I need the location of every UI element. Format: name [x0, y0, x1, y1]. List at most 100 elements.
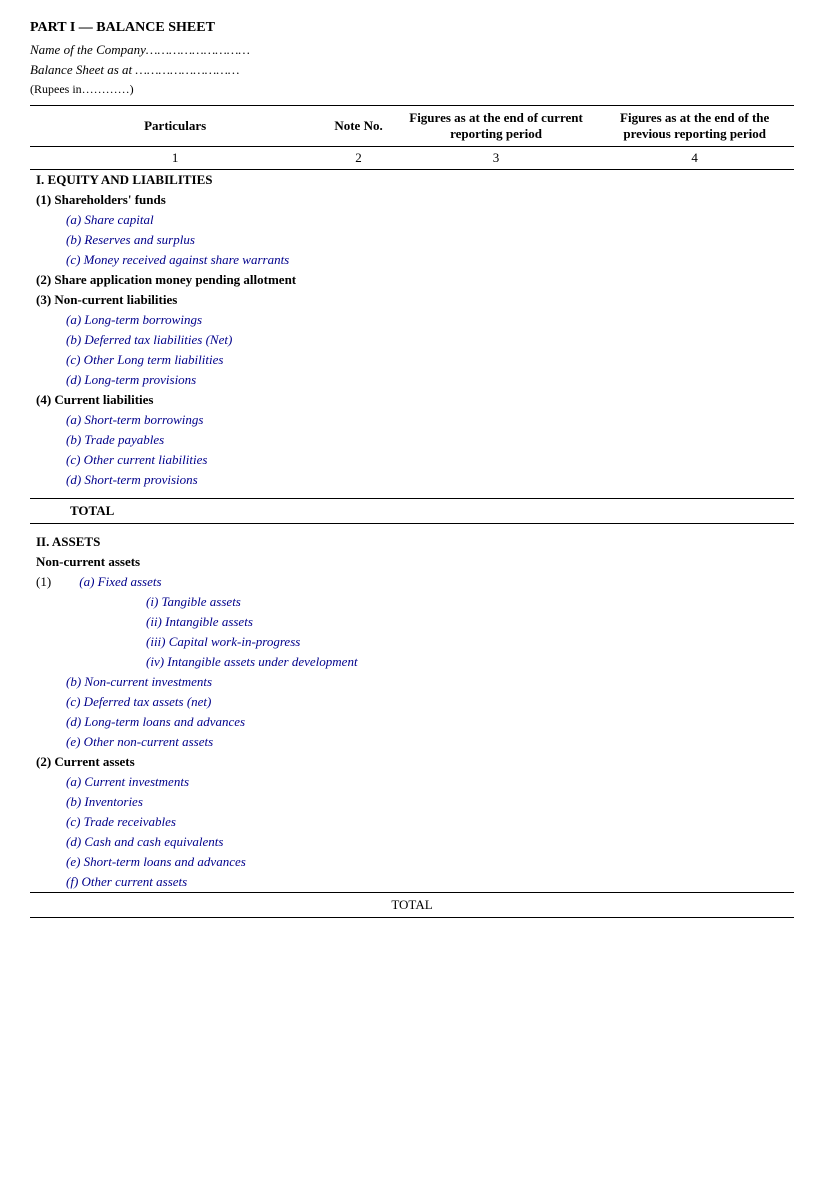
row-fixed-assets: (1) (a) Fixed assets	[30, 572, 794, 592]
current-liabilities-cell: (4) Current liabilities	[30, 390, 794, 410]
total-1-label: TOTAL	[30, 499, 794, 524]
fixed-assets-label: (a) Fixed assets	[79, 574, 161, 589]
balance-sheet-dots: ………………………	[135, 62, 239, 77]
non-current-investments-label: (b) Non-current investments	[36, 674, 788, 690]
assets-header: II. ASSETS	[30, 532, 794, 552]
row-non-current-assets-header: Non-current assets	[30, 552, 794, 572]
row-other-current-liabilities: (c) Other current liabilities	[30, 450, 794, 470]
row-intangible-assets: (ii) Intangible assets	[30, 612, 794, 632]
trade-receivables-label: (c) Trade receivables	[36, 814, 788, 830]
intangible-under-dev-cell: (iv) Intangible assets under development	[30, 652, 794, 672]
current-assets-cell: (2) Current assets	[30, 752, 794, 772]
cash-equivalents-label: (d) Cash and cash equivalents	[36, 834, 788, 850]
row-shareholders-funds: (1) Shareholders' funds	[30, 190, 794, 210]
total-2-label: TOTAL	[30, 893, 794, 918]
row-other-long-term: (c) Other Long term liabilities	[30, 350, 794, 370]
col-num-1: 1	[30, 147, 320, 170]
long-term-borrowings-label: (a) Long-term borrowings	[36, 312, 788, 328]
balance-sheet-label: Balance Sheet as at	[30, 62, 132, 77]
non-current-liabilities-label: (3) Non-current liabilities	[36, 292, 177, 307]
short-term-borrowings-label: (a) Short-term borrowings	[36, 412, 788, 428]
other-current-liabilities-label: (c) Other current liabilities	[36, 452, 788, 468]
current-investments-label: (a) Current investments	[36, 774, 788, 790]
col-num-4: 4	[595, 147, 794, 170]
balance-sheet-line: Balance Sheet as at ………………………	[30, 62, 794, 78]
tangible-assets-label: (i) Tangible assets	[36, 594, 788, 610]
company-name-line: Name of the Company………………………	[30, 42, 794, 58]
row-intangible-under-dev: (iv) Intangible assets under development	[30, 652, 794, 672]
row-non-current-liabilities: (3) Non-current liabilities	[30, 290, 794, 310]
header-figures-previous: Figures as at the end of the previous re…	[595, 106, 794, 147]
money-received-cell: (c) Money received against share warrant…	[30, 250, 794, 270]
other-current-liabilities-cell: (c) Other current liabilities	[30, 450, 794, 470]
reserves-surplus-label: (b) Reserves and surplus	[36, 232, 788, 248]
row-long-term-borrowings: (a) Long-term borrowings	[30, 310, 794, 330]
row-total-2: TOTAL	[30, 893, 794, 918]
row-short-term-loans-advances: (e) Short-term loans and advances	[30, 852, 794, 872]
share-application-label: (2) Share application money pending allo…	[36, 272, 296, 287]
deferred-tax-liabilities-label: (b) Deferred tax liabilities (Net)	[36, 332, 788, 348]
share-capital-label: (a) Share capital	[36, 212, 788, 228]
intangible-under-dev-label: (iv) Intangible assets under development	[36, 654, 788, 670]
other-long-term-cell: (c) Other Long term liabilities	[30, 350, 794, 370]
non-current-assets-label: Non-current assets	[36, 554, 140, 569]
row-long-term-loans: (d) Long-term loans and advances	[30, 712, 794, 732]
company-name-dots: ………………………	[146, 42, 250, 57]
short-term-borrowings-cell: (a) Short-term borrowings	[30, 410, 794, 430]
trade-payables-cell: (b) Trade payables	[30, 430, 794, 450]
other-non-current-cell: (e) Other non-current assets	[30, 732, 794, 752]
long-term-borrowings-cell: (a) Long-term borrowings	[30, 310, 794, 330]
row-reserves-surplus: (b) Reserves and surplus	[30, 230, 794, 250]
row-current-assets-header: (2) Current assets	[30, 752, 794, 772]
current-investments-cell: (a) Current investments	[30, 772, 794, 792]
intangible-assets-cell: (ii) Intangible assets	[30, 612, 794, 632]
non-current-liabilities-cell: (3) Non-current liabilities	[30, 290, 794, 310]
trade-receivables-cell: (c) Trade receivables	[30, 812, 794, 832]
row-share-application: (2) Share application money pending allo…	[30, 270, 794, 290]
long-term-provisions-label: (d) Long-term provisions	[36, 372, 788, 388]
other-current-assets-label: (f) Other current assets	[36, 874, 788, 890]
long-term-loans-cell: (d) Long-term loans and advances	[30, 712, 794, 732]
long-term-loans-label: (d) Long-term loans and advances	[36, 714, 788, 730]
row-money-received: (c) Money received against share warrant…	[30, 250, 794, 270]
section-equity-liabilities: I. EQUITY AND LIABILITIES	[30, 170, 794, 191]
row-short-term-borrowings: (a) Short-term borrowings	[30, 410, 794, 430]
capital-wip-label: (iii) Capital work-in-progress	[36, 634, 788, 650]
current-assets-label: (2) Current assets	[36, 754, 135, 769]
other-long-term-label: (c) Other Long term liabilities	[36, 352, 788, 368]
short-term-provisions-cell: (d) Short-term provisions	[30, 470, 794, 490]
row-deferred-tax-assets: (c) Deferred tax assets (net)	[30, 692, 794, 712]
share-capital-cell: (a) Share capital	[30, 210, 794, 230]
fixed-assets-num: (1)	[36, 574, 76, 590]
equity-liabilities-header: I. EQUITY AND LIABILITIES	[30, 170, 794, 191]
share-application-cell: (2) Share application money pending allo…	[30, 270, 794, 290]
fixed-assets-cell: (1) (a) Fixed assets	[30, 572, 794, 592]
row-current-investments: (a) Current investments	[30, 772, 794, 792]
reserves-surplus-cell: (b) Reserves and surplus	[30, 230, 794, 250]
header-note-no: Note No.	[320, 106, 396, 147]
row-tangible-assets: (i) Tangible assets	[30, 592, 794, 612]
rupees-line: (Rupees in…………)	[30, 82, 794, 97]
row-deferred-tax-liabilities: (b) Deferred tax liabilities (Net)	[30, 330, 794, 350]
current-liabilities-label: (4) Current liabilities	[36, 392, 153, 407]
trade-payables-label: (b) Trade payables	[36, 432, 788, 448]
company-name-label: Name of the Company	[30, 42, 146, 57]
inventories-cell: (b) Inventories	[30, 792, 794, 812]
short-term-provisions-label: (d) Short-term provisions	[36, 472, 788, 488]
row-trade-payables: (b) Trade payables	[30, 430, 794, 450]
col-num-2: 2	[320, 147, 396, 170]
cash-equivalents-cell: (d) Cash and cash equivalents	[30, 832, 794, 852]
non-current-assets-cell: Non-current assets	[30, 552, 794, 572]
row-short-term-provisions: (d) Short-term provisions	[30, 470, 794, 490]
col-num-3: 3	[397, 147, 596, 170]
row-cash-equivalents: (d) Cash and cash equivalents	[30, 832, 794, 852]
spacer-row-1	[30, 490, 794, 499]
row-long-term-provisions: (d) Long-term provisions	[30, 370, 794, 390]
row-inventories: (b) Inventories	[30, 792, 794, 812]
part-title: PART I — BALANCE SHEET	[30, 20, 794, 36]
row-other-current-assets: (f) Other current assets	[30, 872, 794, 893]
inventories-label: (b) Inventories	[36, 794, 788, 810]
balance-sheet-table: Particulars Note No. Figures as at the e…	[30, 105, 794, 918]
other-current-assets-cell: (f) Other current assets	[30, 872, 794, 893]
row-trade-receivables: (c) Trade receivables	[30, 812, 794, 832]
